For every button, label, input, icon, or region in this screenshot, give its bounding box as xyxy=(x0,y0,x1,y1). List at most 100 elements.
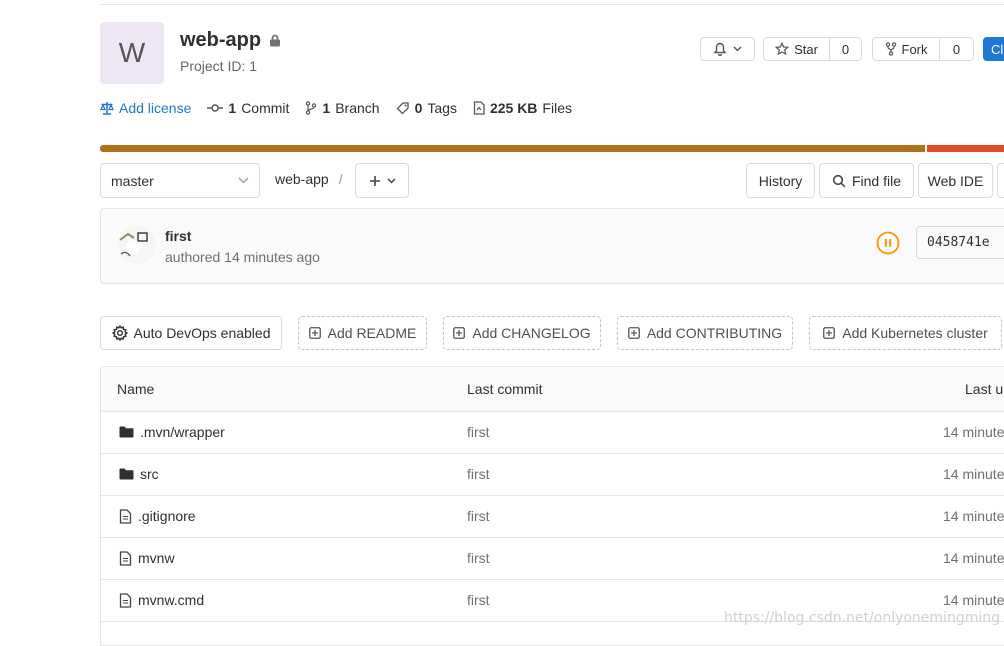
last-update-cell: 14 minute xyxy=(943,550,1004,566)
find-file-button[interactable]: Find file xyxy=(819,163,914,198)
commit-message-cell[interactable]: first xyxy=(467,411,490,453)
project-id: Project ID: 1 xyxy=(180,58,258,74)
commit-message-cell[interactable]: first xyxy=(467,453,490,495)
file-icon xyxy=(119,592,132,608)
commit-title[interactable]: first xyxy=(165,228,191,244)
star-count-value: 0 xyxy=(841,41,850,57)
add-file-dropdown[interactable] xyxy=(355,163,409,198)
file-name-cell: .mvn/wrapper xyxy=(119,411,225,453)
commits-count: 1 xyxy=(228,100,237,116)
branches-label: Branch xyxy=(335,100,380,116)
clone-label: Cl xyxy=(991,41,1004,57)
plus-square-icon xyxy=(308,327,321,339)
add-readme-button[interactable]: Add README xyxy=(298,316,427,350)
commit-sha[interactable]: 0458741e xyxy=(916,226,1004,259)
table-row[interactable]: mvnw first 14 minute xyxy=(101,537,1004,580)
commits-label: Commit xyxy=(241,100,290,116)
folder-icon xyxy=(119,426,134,438)
download-button[interactable] xyxy=(997,163,1004,198)
history-button[interactable]: History xyxy=(746,163,815,198)
file-name[interactable]: .gitignore xyxy=(138,508,196,524)
gear-icon xyxy=(111,325,128,341)
file-name-cell: src xyxy=(119,453,159,495)
plus-square-icon xyxy=(453,327,466,339)
tag-icon xyxy=(396,102,409,115)
project-stats: Add license 1 Commit 1 Branch 0 Tags 225… xyxy=(100,100,572,116)
fork-label: Fork xyxy=(901,41,928,57)
star-button[interactable]: Star xyxy=(763,37,830,61)
files-link[interactable]: 225 KB Files xyxy=(473,100,572,116)
branches-link[interactable]: 1 Branch xyxy=(305,100,380,116)
header-last-commit: Last commit xyxy=(467,381,543,397)
pause-icon xyxy=(876,231,900,255)
table-row[interactable]: src first 14 minute xyxy=(101,453,1004,496)
clone-button[interactable]: Cl xyxy=(983,37,1004,61)
commit-message-cell[interactable]: first xyxy=(467,579,490,621)
table-header: Name Last commit Last u xyxy=(101,367,1004,412)
last-update-cell: 14 minute xyxy=(943,424,1004,440)
header-last-update: Last u xyxy=(965,381,1004,397)
project-avatar-letter: W xyxy=(118,37,146,68)
add-license-label: Add license xyxy=(119,100,192,116)
chevron-down-icon xyxy=(733,46,742,52)
file-name-cell: .gitignore xyxy=(119,495,196,537)
commit-message-cell[interactable]: first xyxy=(467,537,490,579)
commit-meta: authored 14 minutes ago xyxy=(165,249,320,265)
breadcrumb-separator: / xyxy=(338,171,343,187)
auto-devops-label: Auto DevOps enabled xyxy=(133,325,271,341)
breadcrumb: web-app / xyxy=(275,171,343,187)
scale-icon xyxy=(100,102,114,115)
language-segment-html[interactable] xyxy=(927,145,1004,152)
fork-button[interactable]: Fork xyxy=(872,37,940,61)
project-name[interactable]: web-app xyxy=(180,29,261,52)
add-changelog-label: Add CHANGELOG xyxy=(472,325,591,341)
project-avatar[interactable]: W xyxy=(100,22,164,84)
file-name-cell: mvnw xyxy=(119,537,175,579)
star-icon xyxy=(775,42,790,56)
file-name[interactable]: src xyxy=(140,466,159,482)
branch-select-value: master xyxy=(111,172,154,189)
commit-message-cell[interactable]: first xyxy=(467,495,490,537)
file-name-cell: mvnw.cmd xyxy=(119,579,204,621)
table-row[interactable]: .mvn/wrapper first 14 minute xyxy=(101,411,1004,454)
pipeline-status-icon[interactable] xyxy=(876,231,900,255)
add-readme-label: Add README xyxy=(327,325,417,341)
language-bar[interactable] xyxy=(100,145,1004,152)
star-count[interactable]: 0 xyxy=(830,37,862,61)
commit-icon xyxy=(207,104,224,112)
tags-link[interactable]: 0 Tags xyxy=(396,100,457,116)
fork-count-value: 0 xyxy=(952,41,961,57)
add-changelog-button[interactable]: Add CHANGELOG xyxy=(443,316,601,350)
add-contributing-label: Add CONTRIBUTING xyxy=(646,325,783,341)
language-segment-java[interactable] xyxy=(100,145,925,152)
commits-link[interactable]: 1 Commit xyxy=(207,100,289,116)
tags-label: Tags xyxy=(427,100,457,116)
file-name[interactable]: mvnw.cmd xyxy=(138,592,204,608)
fork-icon xyxy=(885,42,896,56)
bell-icon xyxy=(713,42,727,56)
add-license-link[interactable]: Add license xyxy=(100,100,191,116)
plus-square-icon xyxy=(627,327,640,339)
file-name[interactable]: .mvn/wrapper xyxy=(140,424,225,440)
notification-dropdown[interactable] xyxy=(700,37,755,61)
author-avatar[interactable] xyxy=(118,226,156,264)
last-commit-panel xyxy=(100,208,1004,284)
search-icon xyxy=(832,174,846,187)
branch-select[interactable]: master xyxy=(100,163,260,198)
file-icon xyxy=(119,508,132,524)
table-row[interactable]: .gitignore first 14 minute xyxy=(101,495,1004,538)
chevron-down-icon xyxy=(238,177,249,184)
web-ide-button[interactable]: Web IDE xyxy=(918,163,993,198)
fork-count[interactable]: 0 xyxy=(940,37,974,61)
star-label: Star xyxy=(794,41,818,57)
plus-square-icon xyxy=(823,327,836,339)
find-file-label: Find file xyxy=(851,172,902,189)
auto-devops-button[interactable]: Auto DevOps enabled xyxy=(100,316,282,350)
add-contributing-button[interactable]: Add CONTRIBUTING xyxy=(617,316,793,350)
add-kubernetes-button[interactable]: Add Kubernetes cluster xyxy=(809,316,1002,350)
file-name[interactable]: mvnw xyxy=(138,550,175,566)
file-size-icon xyxy=(473,101,485,115)
files-size: 225 KB xyxy=(489,100,538,116)
plus-icon xyxy=(369,175,380,186)
breadcrumb-root[interactable]: web-app xyxy=(275,171,329,187)
